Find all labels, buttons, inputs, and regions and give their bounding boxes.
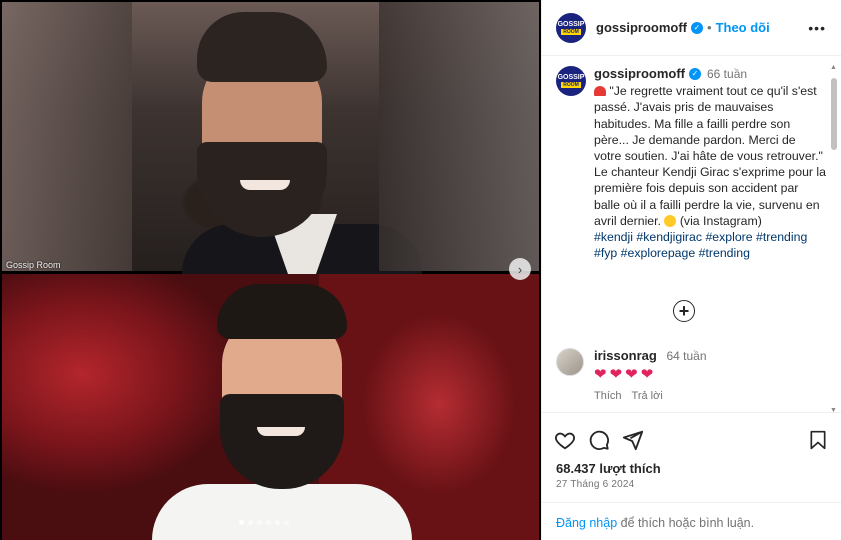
comment-text: ❤ ❤ ❤ ❤ — [594, 367, 707, 382]
login-prompt: Đăng nhập để thích hoặc bình luận. — [542, 502, 841, 540]
red-heart-emoji-icon: ❤ — [594, 366, 607, 383]
caption-source: (via Instagram) — [679, 213, 762, 228]
comment-body: irissonrag 64 tuần ❤ ❤ ❤ ❤ Thích Trả lời — [594, 348, 707, 402]
hashtag[interactable]: #trending — [699, 246, 750, 260]
separator: • — [707, 20, 712, 35]
post-actions: 68.437 lượt thích 27 Tháng 6 2024 Đăng n… — [542, 412, 841, 540]
carousel-dots — [239, 520, 289, 525]
red-heart-emoji-icon: ❤ — [640, 366, 654, 383]
scroll-up-icon[interactable]: ▲ — [830, 64, 837, 71]
comment-icon[interactable] — [588, 429, 610, 451]
verified-badge-icon: ✓ — [691, 21, 703, 34]
avatar[interactable]: GOSSIP ROOM — [556, 12, 586, 43]
post-date: 27 Tháng 6 2024 — [556, 479, 635, 490]
bookmark-icon[interactable] — [808, 429, 828, 451]
hashtag[interactable]: #trending — [756, 230, 807, 244]
avatar-text: ROOM — [561, 28, 581, 35]
hashtag[interactable]: #fyp — [594, 246, 617, 260]
carousel-dot — [275, 520, 280, 525]
username-link[interactable]: irissonrag — [594, 348, 657, 363]
image-watermark: Gossip Room — [6, 260, 61, 270]
like-comment-button[interactable]: Thích — [594, 390, 622, 402]
next-image-button[interactable]: › — [509, 258, 531, 280]
post-header: GOSSIP ROOM gossiproomoff ✓ • Theo dõi •… — [542, 0, 841, 56]
avatar[interactable]: GOSSIP ROOM — [556, 66, 586, 96]
beard — [220, 394, 344, 489]
scrollbar-thumb[interactable] — [831, 78, 837, 150]
red-heart-emoji-icon: ❤ — [609, 366, 623, 383]
carousel-dot — [257, 520, 262, 525]
avatar-text: GOSSIP — [557, 74, 585, 81]
red-heart-emoji-icon: ❤ — [625, 366, 638, 383]
comment-item: irissonrag 64 tuần ❤ ❤ ❤ ❤ Thích Trả lời — [556, 348, 816, 402]
username-link[interactable]: gossiproomoff — [594, 66, 685, 82]
caption-body: gossiproomoff ✓ 66 tuần "Je regrette vra… — [594, 66, 826, 261]
hashtag[interactable]: #explorepage — [621, 246, 696, 260]
more-options-icon[interactable]: ••• — [808, 20, 826, 36]
hair — [217, 284, 347, 339]
post-caption: GOSSIP ROOM gossiproomoff ✓ 66 tuần "Je … — [556, 66, 826, 261]
smile — [257, 427, 305, 436]
smile — [240, 180, 290, 190]
timestamp: 64 tuần — [666, 349, 707, 363]
photo-top — [2, 2, 539, 274]
carousel-dot — [248, 520, 253, 525]
username-link[interactable]: gossiproomoff — [596, 20, 687, 35]
share-icon[interactable] — [622, 429, 644, 451]
comments-section[interactable]: GOSSIP ROOM gossiproomoff ✓ 66 tuần "Je … — [542, 56, 841, 412]
hashtag[interactable]: #kendji — [594, 230, 633, 244]
carousel-dot — [266, 520, 271, 525]
avatar[interactable] — [556, 348, 584, 376]
follow-button[interactable]: Theo dõi — [716, 20, 770, 35]
login-link[interactable]: Đăng nhập — [556, 516, 617, 530]
load-more-comments-button[interactable]: + — [673, 300, 695, 322]
photo-bottom — [2, 274, 539, 540]
heart-icon[interactable] — [554, 429, 576, 451]
caption-header: gossiproomoff ✓ 66 tuần — [594, 66, 826, 82]
hair — [197, 12, 327, 82]
scream-emoji-icon — [664, 214, 677, 227]
post-media[interactable]: Gossip Room › — [0, 0, 541, 540]
avatar-text: ROOM — [561, 82, 581, 88]
hashtag[interactable]: #kendjigirac — [636, 230, 702, 244]
carousel-dot — [239, 520, 244, 525]
verified-badge-icon: ✓ — [689, 68, 701, 81]
comment-actions: Thích Trả lời — [594, 390, 707, 402]
shirt — [152, 484, 412, 540]
login-prompt-text: để thích hoặc bình luận. — [620, 516, 755, 530]
timestamp[interactable]: 66 tuần — [707, 66, 747, 82]
carousel-dot — [284, 520, 289, 525]
post-side-panel: GOSSIP ROOM gossiproomoff ✓ • Theo dõi •… — [541, 0, 841, 540]
avatar-text: GOSSIP — [557, 20, 585, 28]
action-icons — [554, 429, 644, 451]
caption-text: "Je regrette vraiment tout ce qu'il s'es… — [594, 83, 826, 261]
like-count[interactable]: 68.437 lượt thích — [556, 461, 661, 476]
hashtag[interactable]: #explore — [705, 230, 752, 244]
reply-button[interactable]: Trả lời — [632, 390, 663, 402]
siren-emoji-icon — [594, 86, 606, 97]
comments-scrollbar[interactable]: ▲ ▼ — [830, 64, 838, 414]
caption-quote: "Je regrette vraiment tout ce qu'il s'es… — [594, 84, 823, 164]
